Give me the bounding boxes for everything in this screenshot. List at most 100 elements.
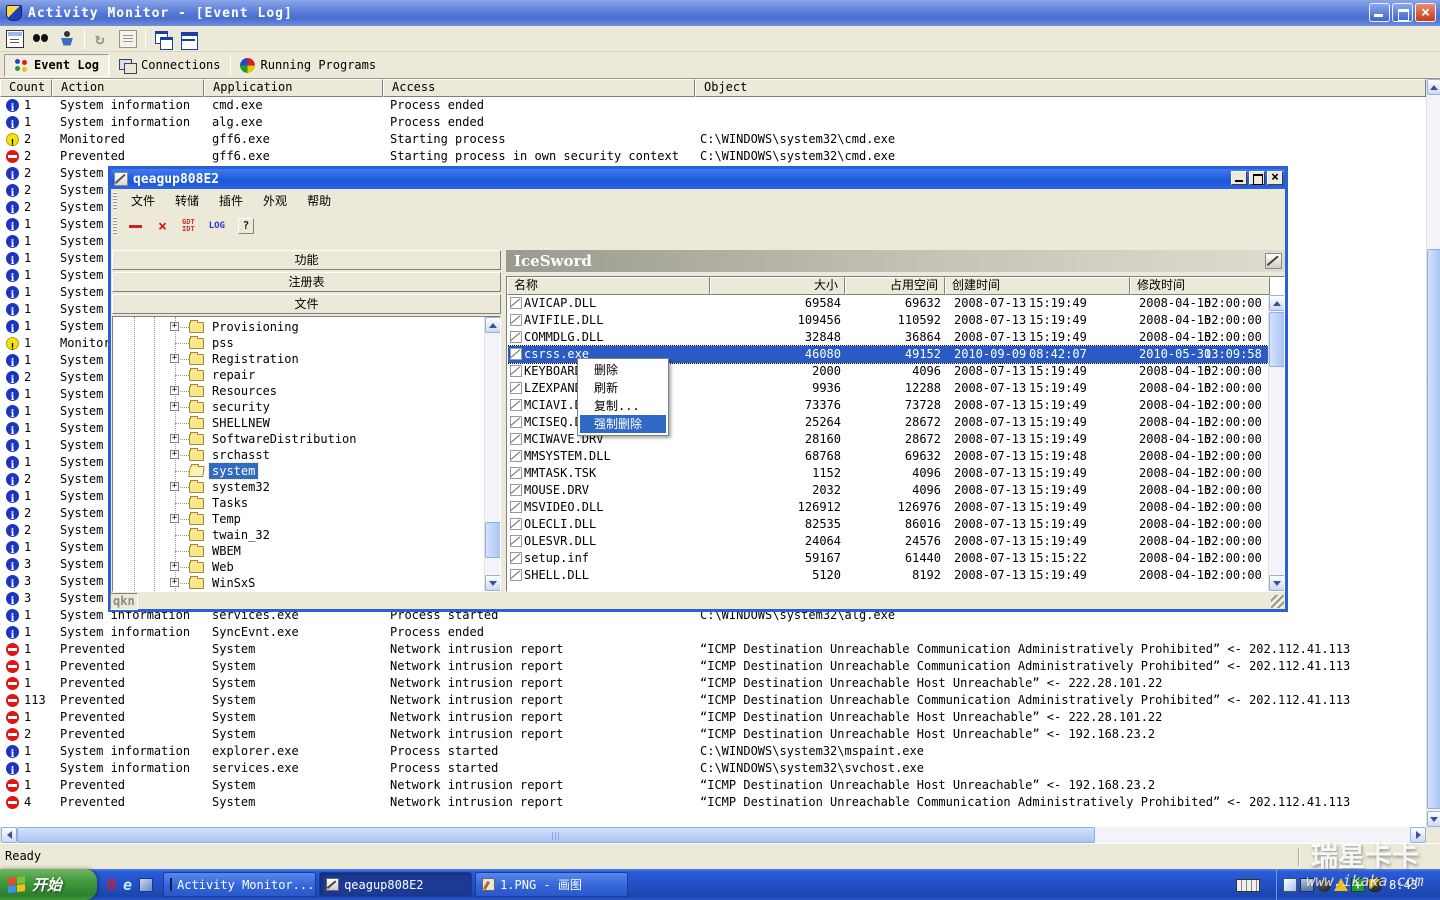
table-row[interactable]: 1 Prevented System Network intrusion rep… [0,641,1426,658]
help-tool-icon[interactable]: ? [238,218,254,234]
tree-item[interactable]: + Provisioning [113,319,484,335]
tile-windows-icon[interactable] [180,30,198,48]
tree-expander-icon[interactable]: + [170,562,179,571]
start-button[interactable]: 开始 [0,869,97,900]
minus-tool-icon[interactable] [129,225,142,228]
menu-item[interactable]: 插件 [209,191,253,211]
icesword-tray-icon[interactable] [1283,878,1297,892]
file-row[interactable]: SHELL.DLL 5120 8192 2008-07-13 15:19:49 … [508,567,1270,584]
context-menu-item[interactable]: 强制删除 [580,415,666,433]
table-row[interactable]: 1 Prevented System Network intrusion rep… [0,777,1426,794]
refresh-icon[interactable] [93,30,111,48]
tree-item[interactable]: + Resources [113,383,484,399]
table-row[interactable]: 2 Monitored gff6.exe Starting process C:… [0,131,1426,148]
tree-item[interactable]: SHELLNEW [113,415,484,431]
taskbar-button-activity-monitor[interactable]: Activity Monitor... [163,872,316,897]
scroll-up-button[interactable] [1427,79,1440,95]
delete-tool-icon[interactable]: × [158,217,167,235]
table-row[interactable]: 1 System information alg.exe Process end… [0,114,1426,131]
menu-item[interactable]: 文件 [121,191,165,211]
rising-tray-icon[interactable] [1368,878,1382,892]
quicklaunch-app-icon[interactable] [139,878,153,892]
table-row[interactable]: 1 System information explorer.exe Proces… [0,743,1426,760]
tree-item[interactable]: + WinSxS [113,575,484,591]
file-row[interactable]: OLESVR.DLL 24064 24576 2008-07-13 15:19:… [508,533,1270,550]
kaka-tray-icon[interactable] [1351,878,1365,892]
tree-expander-icon[interactable]: + [170,322,179,331]
file-row[interactable]: AVIFILE.DLL 109456 110592 2008-07-13 15:… [508,312,1270,329]
file-row[interactable]: AVICAP.DLL 69584 69632 2008-07-13 15:19:… [508,295,1270,312]
tree-item[interactable]: pss [113,335,484,351]
file-row[interactable]: setup.inf 59167 61440 2008-07-13 15:15:2… [508,550,1270,567]
tree-expander-icon[interactable]: + [170,482,179,491]
main-horizontal-scrollbar[interactable] [0,827,1426,843]
tree-scrollbar[interactable] [484,317,500,591]
tree-item[interactable]: + Temp [113,511,484,527]
cascade-windows-icon[interactable] [154,30,172,48]
network-tray-icon[interactable] [1300,878,1314,892]
file-row[interactable]: MMSYSTEM.DLL 68768 69632 2008-07-13 15:1… [508,448,1270,465]
menu-item[interactable]: 转储 [165,191,209,211]
tree-item[interactable]: twain_32 [113,527,484,543]
icesword-minimize-button[interactable] [1231,171,1247,185]
find-icon[interactable] [32,30,50,48]
nav-button-functions[interactable]: 功能 [112,250,501,270]
table-row[interactable]: 4 Prevented System Network intrusion rep… [0,794,1426,811]
column-header-access[interactable]: Access [383,79,695,97]
close-button[interactable] [1415,3,1436,22]
list-scroll-thumb[interactable] [1269,312,1285,367]
menu-item[interactable]: 外观 [253,191,297,211]
scroll-right-button[interactable] [1410,827,1426,843]
table-row[interactable]: 1 System information cmd.exe Process end… [0,97,1426,114]
context-menu-item[interactable]: 刷新 [580,379,666,397]
column-header-size[interactable]: 大小 [710,277,845,295]
icesword-window[interactable]: qeagup808E2 文件转储插件外观帮助 × GDT IDT LOG ? [108,166,1288,612]
column-header-created[interactable]: 创建时间 [945,277,1130,295]
tree-expander-icon[interactable]: + [170,434,179,443]
taskbar-button-paint[interactable]: 1.PNG - 画图 [475,872,628,897]
tray-clock[interactable]: 8:43 [1389,878,1418,892]
tree-scroll-up-button[interactable] [485,317,501,333]
list-scroll-up-button[interactable] [1269,295,1285,311]
file-row[interactable]: OLECLI.DLL 82535 86016 2008-07-13 15:19:… [508,516,1270,533]
menu-item[interactable]: 帮助 [297,191,341,211]
context-menu-item[interactable]: 删除 [580,361,666,379]
tree-edit-box[interactable]: qkn [110,593,138,610]
nav-button-files[interactable]: 文件 [112,294,501,314]
table-row[interactable]: 2 Prevented System Network intrusion rep… [0,726,1426,743]
context-menu-item[interactable]: 复制... [580,397,666,415]
tree-item[interactable]: system [113,463,484,479]
gdt-idt-tool[interactable]: GDT IDT [182,219,195,233]
icesword-close-button[interactable] [1267,171,1283,185]
column-header-space[interactable]: 占用空间 [845,277,945,295]
table-row[interactable]: 1 System information services.exe Proces… [0,760,1426,777]
column-header-count[interactable]: Count [0,79,52,97]
ie-icon[interactable]: e [123,876,132,894]
file-list-scrollbar[interactable] [1268,295,1284,591]
opera-tray-icon[interactable] [1317,878,1331,892]
column-header-name[interactable]: 名称 [507,277,710,295]
tree-item[interactable]: WBEM [113,543,484,559]
table-row[interactable]: 2 Prevented gff6.exe Starting process in… [0,148,1426,165]
file-row[interactable]: MOUSE.DRV 2032 4096 2008-07-13 15:19:49 … [508,482,1270,499]
warning-tray-icon[interactable] [1334,878,1348,891]
file-row[interactable]: COMMDLG.DLL 32848 36864 2008-07-13 15:19… [508,329,1270,346]
tree-item[interactable]: + Web [113,559,484,575]
log-tool[interactable]: LOG [209,221,225,231]
hscroll-thumb[interactable] [17,827,1095,843]
column-header-application[interactable]: Application [204,79,383,97]
column-header-action[interactable]: Action [52,79,204,97]
tree-item[interactable]: + SoftwareDistribution [113,431,484,447]
file-row[interactable]: MMTASK.TSK 1152 4096 2008-07-13 15:19:49… [508,465,1270,482]
report-icon[interactable] [119,30,137,48]
scroll-left-button[interactable] [1,827,17,843]
properties-icon[interactable] [6,30,24,48]
banner-pen-icon[interactable] [1265,253,1282,269]
opera-icon[interactable]: O [107,876,116,894]
tree-expander-icon[interactable]: + [170,450,179,459]
icesword-maximize-button[interactable] [1249,171,1265,185]
restore-button[interactable] [1392,3,1413,22]
icesword-titlebar[interactable]: qeagup808E2 [111,169,1285,189]
tree-item[interactable]: + Registration [113,351,484,367]
file-row[interactable]: MSVIDEO.DLL 126912 126976 2008-07-13 15:… [508,499,1270,516]
